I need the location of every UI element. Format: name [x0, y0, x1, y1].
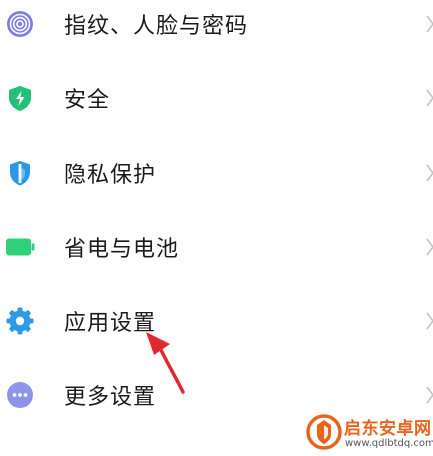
privacy-shield-icon: [5, 158, 35, 188]
watermark-url: www.qdlbtdq.com: [345, 438, 433, 449]
settings-list: 指纹、人脸与密码 安全 隐私保护 省电与电池 应用设置 更多设置: [0, 0, 433, 456]
settings-item-fingerprint-face-password[interactable]: 指纹、人脸与密码: [0, 0, 433, 52]
shield-icon: [5, 83, 35, 113]
settings-item-label: 省电与电池: [64, 237, 180, 262]
watermark-title: 启东安卓网: [344, 419, 432, 439]
settings-item-label: 隐私保护: [64, 163, 157, 188]
chevron-right-icon: [425, 310, 433, 332]
settings-item-security[interactable]: 安全: [0, 70, 433, 126]
gear-icon: [5, 306, 35, 336]
chevron-right-icon: [425, 384, 433, 406]
watermark-logo-icon: [306, 414, 342, 450]
chevron-right-icon: [425, 236, 433, 258]
fingerprint-icon: [5, 9, 35, 39]
chevron-right-icon: [425, 13, 433, 35]
settings-item-label: 更多设置: [64, 385, 157, 410]
settings-item-privacy[interactable]: 隐私保护: [0, 145, 433, 201]
settings-item-label: 应用设置: [64, 311, 157, 336]
settings-item-battery[interactable]: 省电与电池: [0, 219, 433, 275]
more-dots-icon: [5, 380, 35, 410]
watermark: 启东安卓网 www.qdlbtdq.com: [304, 412, 433, 456]
settings-item-label: 安全: [64, 88, 111, 113]
battery-icon: [5, 232, 35, 262]
chevron-right-icon: [425, 87, 433, 109]
settings-item-app-settings[interactable]: 应用设置: [0, 293, 433, 349]
chevron-right-icon: [425, 162, 433, 184]
settings-item-label: 指纹、人脸与密码: [64, 14, 249, 39]
